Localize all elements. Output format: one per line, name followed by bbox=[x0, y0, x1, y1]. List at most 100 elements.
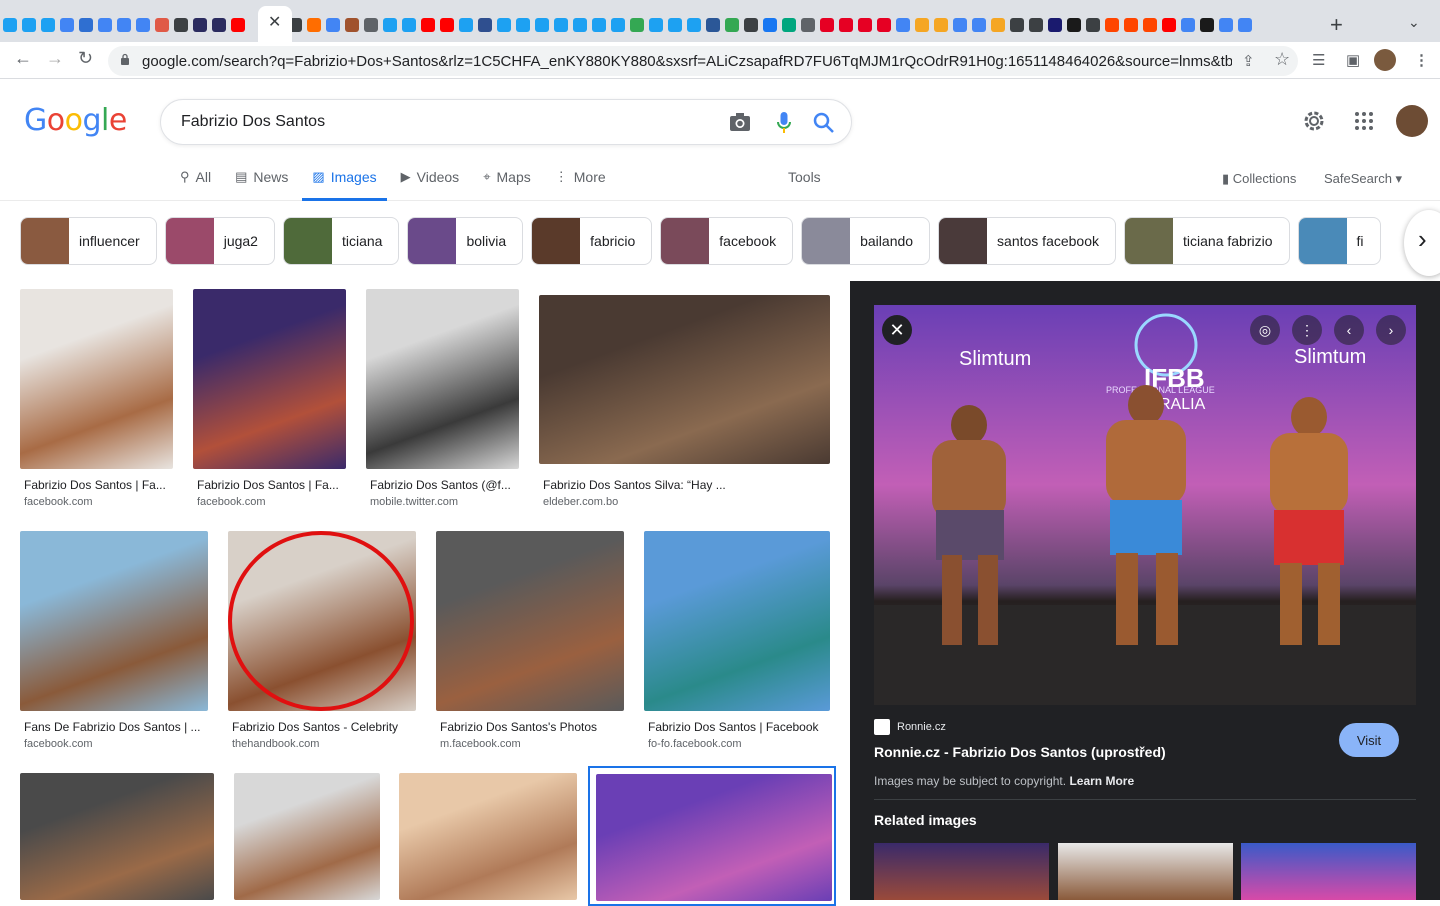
address-bar[interactable]: google.com/search?q=Fabrizio+Dos+Santos&… bbox=[108, 46, 1298, 76]
search-input[interactable]: Fabrizio Dos Santos bbox=[181, 113, 325, 131]
tab-favicon[interactable] bbox=[969, 16, 988, 35]
image-result[interactable] bbox=[588, 766, 836, 906]
tab-favicon[interactable] bbox=[0, 16, 19, 35]
account-avatar[interactable] bbox=[1396, 105, 1428, 137]
tab-search-chevron-icon[interactable]: ⌄ bbox=[1408, 14, 1420, 31]
search-submit-icon[interactable] bbox=[813, 112, 835, 134]
back-arrow-icon[interactable]: ← bbox=[14, 48, 32, 69]
apps-grid-icon[interactable] bbox=[1354, 111, 1374, 131]
tab-all[interactable]: ⚲ All bbox=[180, 169, 211, 201]
tab-favicon[interactable] bbox=[38, 16, 57, 35]
tab-favicon[interactable] bbox=[627, 16, 646, 35]
close-tab-icon[interactable]: ✕ bbox=[268, 12, 281, 32]
tab-favicon[interactable] bbox=[817, 16, 836, 35]
tab-favicon[interactable] bbox=[1064, 16, 1083, 35]
tab-favicon[interactable] bbox=[950, 16, 969, 35]
tab-favicon[interactable] bbox=[589, 16, 608, 35]
source-name[interactable]: Ronnie.cz bbox=[897, 721, 946, 733]
profile-avatar[interactable] bbox=[1374, 49, 1396, 71]
share-icon[interactable]: ⇪ bbox=[1242, 52, 1255, 70]
tab-news[interactable]: ▤ News bbox=[235, 169, 288, 201]
tab-favicon[interactable] bbox=[1121, 16, 1140, 35]
result-thumbnail[interactable] bbox=[234, 773, 380, 900]
related-chip[interactable]: fi bbox=[1297, 217, 1381, 265]
tab-favicon[interactable] bbox=[703, 16, 722, 35]
tab-favicon[interactable] bbox=[893, 16, 912, 35]
tab-favicon[interactable] bbox=[57, 16, 76, 35]
result-source[interactable]: thehandbook.com bbox=[232, 738, 319, 750]
result-thumbnail[interactable] bbox=[399, 773, 577, 900]
tab-favicon[interactable] bbox=[171, 16, 190, 35]
tab-favicon[interactable] bbox=[798, 16, 817, 35]
related-image[interactable] bbox=[1241, 843, 1416, 900]
result-thumbnail[interactable] bbox=[193, 289, 346, 469]
tab-favicon[interactable] bbox=[1007, 16, 1026, 35]
related-image[interactable] bbox=[874, 843, 1049, 900]
related-chip[interactable]: facebook bbox=[660, 217, 794, 265]
tab-favicon[interactable] bbox=[551, 16, 570, 35]
result-title[interactable]: Fabrizio Dos Santos | Fa... bbox=[197, 478, 344, 492]
tab-favicon[interactable] bbox=[779, 16, 798, 35]
tools-button[interactable]: Tools bbox=[788, 169, 821, 185]
preview-image[interactable]: Slimtum Slimtum IFBB PROFESSIONAL LEAGUE… bbox=[874, 305, 1416, 705]
tab-favicon[interactable] bbox=[1140, 16, 1159, 35]
tab-favicon[interactable] bbox=[456, 16, 475, 35]
tab-favicon[interactable] bbox=[114, 16, 133, 35]
tab-favicon[interactable] bbox=[380, 16, 399, 35]
settings-gear-icon[interactable] bbox=[1302, 109, 1326, 133]
result-source[interactable]: eldeber.com.bo bbox=[543, 496, 618, 508]
tab-favicon[interactable] bbox=[475, 16, 494, 35]
tab-favicon[interactable] bbox=[760, 16, 779, 35]
result-source[interactable]: mobile.twitter.com bbox=[370, 496, 458, 508]
tab-favicon[interactable] bbox=[304, 16, 323, 35]
reading-list-icon[interactable]: ☰ bbox=[1312, 51, 1325, 69]
tab-favicon[interactable] bbox=[1083, 16, 1102, 35]
related-chip[interactable]: influencer bbox=[20, 217, 157, 265]
preview-title[interactable]: Ronnie.cz - Fabrizio Dos Santos (uprostř… bbox=[874, 744, 1166, 760]
lens-search-icon[interactable]: ◎ bbox=[1250, 315, 1280, 345]
safesearch-dropdown[interactable]: SafeSearch ▾ bbox=[1324, 171, 1402, 187]
tab-favicon[interactable] bbox=[874, 16, 893, 35]
tab-favicon[interactable] bbox=[437, 16, 456, 35]
tab-favicon[interactable] bbox=[608, 16, 627, 35]
chevron-right-icon[interactable]: › bbox=[1404, 210, 1440, 276]
tab-more[interactable]: ⋮ More bbox=[555, 169, 606, 201]
related-chip[interactable]: bolivia bbox=[407, 217, 524, 265]
next-image-icon[interactable]: › bbox=[1376, 315, 1406, 345]
related-chip[interactable]: fabricio bbox=[531, 217, 653, 265]
tab-favicon[interactable] bbox=[1197, 16, 1216, 35]
result-title[interactable]: Fabrizio Dos Santos's Photos bbox=[440, 720, 622, 734]
result-source[interactable]: facebook.com bbox=[197, 496, 265, 508]
related-chip[interactable]: juga2 bbox=[164, 217, 275, 265]
tab-favicon[interactable] bbox=[931, 16, 950, 35]
tab-favicon[interactable] bbox=[1102, 16, 1121, 35]
result-thumbnail[interactable] bbox=[20, 289, 173, 469]
close-preview-icon[interactable]: ✕ bbox=[882, 315, 912, 345]
tab-favicon[interactable] bbox=[19, 16, 38, 35]
visit-button[interactable]: Visit bbox=[1339, 723, 1399, 757]
related-chip[interactable]: ticiana fabrizio bbox=[1124, 217, 1290, 265]
tab-favicon[interactable] bbox=[570, 16, 589, 35]
forward-arrow-icon[interactable]: → bbox=[46, 48, 64, 69]
tab-favicon[interactable] bbox=[684, 16, 703, 35]
tab-favicon[interactable] bbox=[665, 16, 684, 35]
result-thumbnail[interactable] bbox=[366, 289, 519, 469]
tab-favicon[interactable] bbox=[228, 16, 247, 35]
tab-favicon[interactable] bbox=[152, 16, 171, 35]
previous-image-icon[interactable]: ‹ bbox=[1334, 315, 1364, 345]
tab-favicon[interactable] bbox=[494, 16, 513, 35]
google-logo[interactable]: Google bbox=[24, 103, 127, 138]
tab-favicon[interactable] bbox=[532, 16, 551, 35]
tab-favicon[interactable] bbox=[1216, 16, 1235, 35]
tab-maps[interactable]: ⌖ Maps bbox=[483, 169, 531, 201]
tab-favicon[interactable] bbox=[1178, 16, 1197, 35]
bookmark-star-icon[interactable]: ☆ bbox=[1274, 49, 1290, 70]
tab-favicon[interactable] bbox=[190, 16, 209, 35]
result-thumbnail[interactable] bbox=[644, 531, 830, 711]
tab-favicon[interactable] bbox=[361, 16, 380, 35]
new-tab-icon[interactable]: + bbox=[1330, 12, 1343, 38]
tab-favicon[interactable] bbox=[323, 16, 342, 35]
related-chip[interactable]: santos facebook bbox=[938, 217, 1117, 265]
result-title[interactable]: Fabrizio Dos Santos Silva: “Hay ... bbox=[543, 478, 828, 492]
more-options-icon[interactable]: ⋮ bbox=[1292, 315, 1322, 345]
